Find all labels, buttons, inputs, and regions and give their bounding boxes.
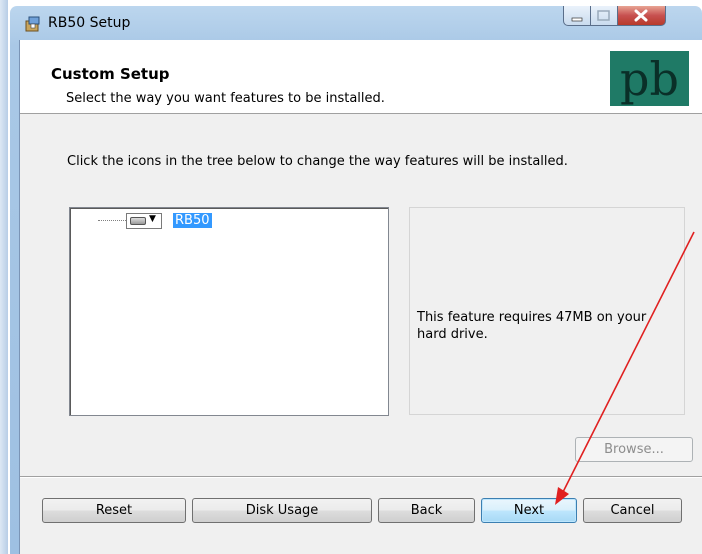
page-subtitle: Select the way you want features to be i… [66, 91, 385, 106]
close-button[interactable] [618, 6, 666, 26]
brand-logo: pb [610, 51, 689, 106]
instructions-text: Click the icons in the tree below to cha… [67, 154, 568, 169]
header-banner: Custom Setup Select the way you want fea… [20, 40, 702, 114]
dialog-client: Custom Setup Select the way you want fea… [19, 40, 702, 554]
feature-tree[interactable]: ▼ RB50 [69, 207, 389, 416]
cancel-button[interactable]: Cancel [583, 498, 682, 523]
desktop-edge [0, 0, 8, 554]
maximize-icon [597, 10, 610, 21]
hard-drive-icon [130, 217, 146, 225]
page-title: Custom Setup [51, 65, 170, 83]
button-separator [20, 476, 702, 478]
minimize-button[interactable] [563, 6, 591, 26]
maximize-button[interactable] [591, 6, 618, 26]
setup-window: RB50 Setup Custom Setup Select the way y… [10, 6, 702, 554]
minimize-icon [571, 17, 583, 22]
window-title: RB50 Setup [48, 15, 131, 31]
feature-state-dropdown[interactable]: ▼ [126, 213, 162, 229]
next-button[interactable]: Next [481, 498, 577, 523]
installer-icon [25, 16, 40, 32]
back-button[interactable]: Back [378, 498, 475, 523]
chevron-down-icon: ▼ [149, 214, 156, 224]
disk-usage-button[interactable]: Disk Usage [192, 498, 372, 523]
close-icon [634, 9, 648, 22]
reset-button[interactable]: Reset [42, 498, 186, 523]
logo-text: pb [620, 51, 679, 106]
feature-info-panel: This feature requires 47MB on your hard … [409, 207, 685, 415]
tree-connector [98, 220, 126, 221]
feature-info-text: This feature requires 47MB on your hard … [417, 310, 647, 342]
tree-item-rb50[interactable]: RB50 [173, 213, 212, 228]
browse-button[interactable]: Browse... [575, 437, 693, 462]
title-bar[interactable]: RB50 Setup [10, 6, 702, 40]
